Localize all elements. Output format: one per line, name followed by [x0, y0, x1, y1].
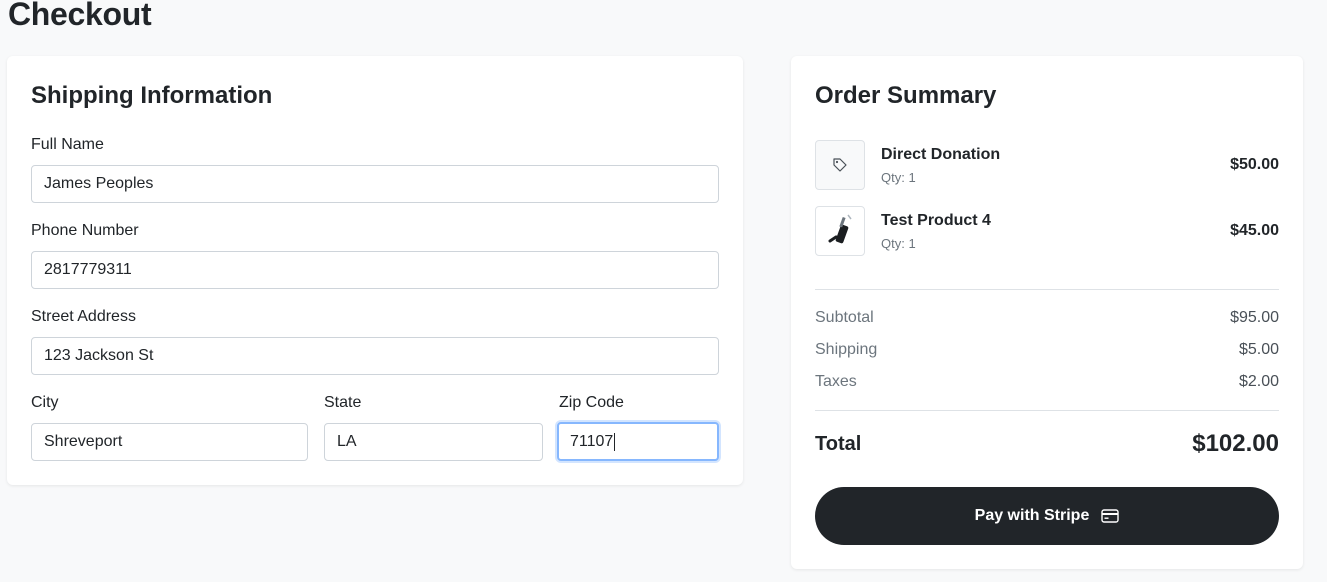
shipping-label: Shipping: [815, 341, 878, 358]
city-label: City: [31, 394, 59, 411]
total-value: $102.00: [1192, 430, 1279, 457]
subtotal-value: $95.00: [1230, 309, 1279, 326]
summary-item: Direct Donation Qty: 1 $50.00: [815, 140, 1279, 190]
zip-input[interactable]: 71107: [557, 422, 719, 461]
shipping-value: $5.00: [1238, 341, 1279, 358]
taxes-label: Taxes: [815, 373, 857, 390]
phone-value: 2817779311: [44, 261, 132, 278]
phone-label: Phone Number: [31, 222, 139, 239]
item-name: Direct Donation: [881, 146, 1001, 163]
state-input[interactable]: LA: [324, 423, 543, 461]
phone-input[interactable]: 2817779311: [31, 251, 719, 289]
zip-label: Zip Code: [559, 394, 624, 411]
city-value: Shreveport: [44, 433, 123, 450]
summary-item: Test Product 4 Qty: 1 $45.00: [815, 206, 1279, 256]
item-qty: Qty: 1: [881, 170, 916, 185]
item-qty: Qty: 1: [881, 236, 916, 251]
order-summary-card: Order Summary Direct Donation Qty: 1 $50…: [791, 56, 1303, 569]
text-caret: [614, 432, 616, 451]
state-label: State: [324, 394, 362, 411]
city-input[interactable]: Shreveport: [31, 423, 308, 461]
state-value: LA: [337, 433, 357, 450]
page-title: Checkout: [8, 0, 152, 32]
shipping-card: Shipping Information Full Name James Peo…: [7, 56, 743, 485]
street-value: 123 Jackson St: [44, 347, 154, 364]
item-thumbnail: [815, 140, 865, 190]
item-price: $50.00: [1230, 156, 1279, 173]
tag-icon: [833, 158, 847, 172]
product-image: [828, 214, 852, 244]
taxes-value: $2.00: [1238, 373, 1279, 390]
item-name: Test Product 4: [881, 212, 991, 229]
full-name-value: James Peoples: [44, 175, 154, 192]
item-price: $45.00: [1230, 222, 1279, 239]
total-label: Total: [815, 433, 862, 455]
credit-card-icon: [1101, 509, 1120, 523]
full-name-input[interactable]: James Peoples: [31, 165, 719, 203]
divider: [815, 410, 1279, 411]
street-label: Street Address: [31, 308, 136, 325]
pay-with-stripe-button[interactable]: Pay with Stripe: [815, 487, 1279, 545]
subtotal-label: Subtotal: [815, 309, 874, 326]
divider: [815, 289, 1279, 290]
pay-button-label: Pay with Stripe: [974, 507, 1090, 524]
full-name-label: Full Name: [31, 136, 104, 153]
zip-value: 71107: [570, 432, 614, 450]
street-input[interactable]: 123 Jackson St: [31, 337, 719, 375]
order-summary-title: Order Summary: [815, 82, 997, 109]
item-thumbnail: [815, 206, 865, 256]
shipping-title: Shipping Information: [31, 82, 273, 109]
